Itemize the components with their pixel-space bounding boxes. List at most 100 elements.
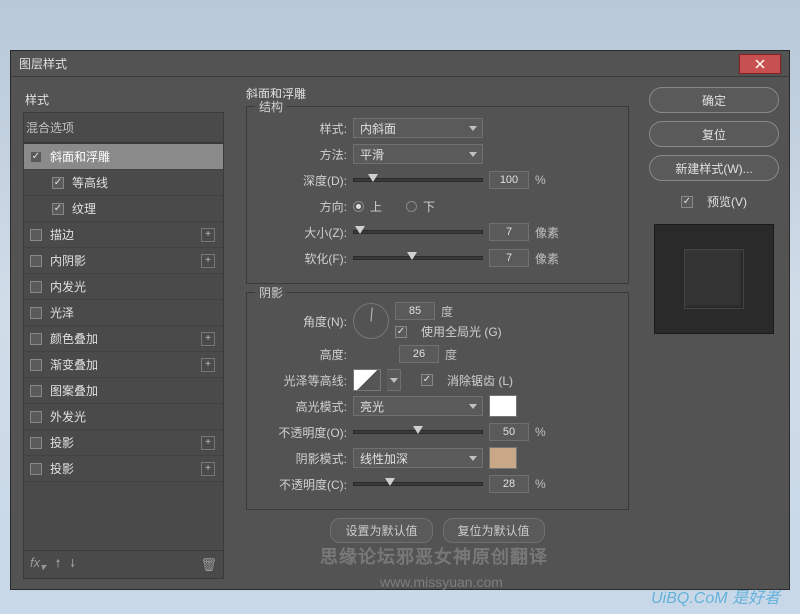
checkbox[interactable] <box>52 177 64 189</box>
move-down-icon[interactable]: 🠗 <box>70 555 75 574</box>
checkbox[interactable] <box>30 281 42 293</box>
style-item-contour[interactable]: 等高线 <box>24 170 223 196</box>
add-effect-button[interactable]: + <box>201 436 215 450</box>
dialog-title: 图层样式 <box>19 55 739 72</box>
highlight-opacity-unit: % <box>535 425 546 439</box>
style-item-inner-shadow[interactable]: 内阴影 + <box>24 248 223 274</box>
highlight-opacity-input[interactable] <box>489 423 529 441</box>
altitude-input[interactable] <box>399 345 439 363</box>
checkbox[interactable] <box>52 203 64 215</box>
layer-style-dialog: 图层样式 样式 混合选项 斜面和浮雕 等高线 纹理 描边+ 内阴影+ 内发光 光… <box>10 50 790 590</box>
technique-select[interactable]: 平滑 <box>353 144 483 164</box>
watermark-text: 思缘论坛邪恶女神原创翻译 <box>320 543 548 569</box>
style-list-footer: fx▾ 🠕 🠗 🗑 <box>23 551 224 579</box>
checkbox[interactable] <box>30 255 42 267</box>
new-style-button[interactable]: 新建样式(W)... <box>649 155 779 181</box>
style-item-stroke[interactable]: 描边+ <box>24 222 223 248</box>
style-item-bevel[interactable]: 斜面和浮雕 <box>24 144 223 170</box>
style-item-label: 内发光 <box>50 278 86 295</box>
checkbox[interactable] <box>30 359 42 371</box>
shadow-mode-label: 阴影模式: <box>257 450 347 467</box>
angle-input[interactable] <box>395 302 435 320</box>
blending-options[interactable]: 混合选项 <box>23 112 224 143</box>
shadow-mode-select[interactable]: 线性加深 <box>353 448 483 468</box>
angle-label: 角度(N): <box>257 313 347 330</box>
highlight-mode-label: 高光模式: <box>257 398 347 415</box>
soften-slider[interactable] <box>353 256 483 260</box>
trash-icon[interactable]: 🗑 <box>200 557 217 573</box>
style-item-drop-shadow-2[interactable]: 投影 + <box>24 456 223 482</box>
preview-row: 预览(V) <box>681 193 747 210</box>
settings-panel: 斜面和浮雕 结构 样式: 内斜面 方法: 平滑 深度(D): % <box>236 77 639 589</box>
style-item-label: 投影 <box>50 460 74 477</box>
add-effect-button[interactable]: + <box>201 358 215 372</box>
preview-checkbox[interactable] <box>681 196 693 208</box>
add-effect-button[interactable]: + <box>201 462 215 476</box>
style-item-drop-shadow[interactable]: 投影 + <box>24 430 223 456</box>
style-item-inner-glow[interactable]: 内发光 <box>24 274 223 300</box>
fx-icon[interactable]: fx▾ <box>30 555 46 574</box>
cancel-button[interactable]: 复位 <box>649 121 779 147</box>
watermark-logo: UiBQ.CoM 是好者 <box>651 584 780 608</box>
checkbox[interactable] <box>30 151 42 163</box>
close-button[interactable] <box>739 54 781 74</box>
add-effect-button[interactable]: + <box>201 332 215 346</box>
style-item-label: 内阴影 <box>50 252 86 269</box>
size-slider[interactable] <box>353 230 483 234</box>
shadow-opacity-slider[interactable] <box>353 482 483 486</box>
angle-unit: 度 <box>441 303 453 320</box>
style-item-satin[interactable]: 光泽 <box>24 300 223 326</box>
antialias-checkbox[interactable] <box>421 374 433 386</box>
style-item-label: 颜色叠加 <box>50 330 98 347</box>
highlight-opacity-label: 不透明度(O): <box>257 424 347 441</box>
size-input[interactable] <box>489 223 529 241</box>
checkbox[interactable] <box>30 437 42 449</box>
shadow-opacity-unit: % <box>535 477 546 491</box>
add-effect-button[interactable]: + <box>201 228 215 242</box>
highlight-opacity-slider[interactable] <box>353 430 483 434</box>
ok-button[interactable]: 确定 <box>649 87 779 113</box>
direction-down-radio[interactable] <box>406 201 417 212</box>
move-up-icon[interactable]: 🠕 <box>56 555 61 574</box>
checkbox[interactable] <box>30 333 42 345</box>
style-item-label: 投影 <box>50 434 74 451</box>
direction-down-label: 下 <box>423 198 435 215</box>
style-select[interactable]: 内斜面 <box>353 118 483 138</box>
style-item-pattern-overlay[interactable]: 图案叠加 <box>24 378 223 404</box>
shadow-color-swatch[interactable] <box>489 447 517 469</box>
global-light-checkbox[interactable] <box>395 326 407 338</box>
highlight-color-swatch[interactable] <box>489 395 517 417</box>
highlight-mode-select[interactable]: 亮光 <box>353 396 483 416</box>
gloss-contour-dropdown[interactable] <box>387 369 401 391</box>
depth-slider[interactable] <box>353 178 483 182</box>
dialog-body: 样式 混合选项 斜面和浮雕 等高线 纹理 描边+ 内阴影+ 内发光 光泽 颜色叠… <box>11 77 789 589</box>
style-item-texture[interactable]: 纹理 <box>24 196 223 222</box>
preview-swatch <box>684 249 744 309</box>
gloss-contour-swatch[interactable] <box>353 369 381 391</box>
style-item-gradient-overlay[interactable]: 渐变叠加+ <box>24 352 223 378</box>
checkbox[interactable] <box>30 411 42 423</box>
structure-group: 结构 样式: 内斜面 方法: 平滑 深度(D): % 方向: <box>246 106 629 284</box>
add-effect-button[interactable]: + <box>201 254 215 268</box>
styles-panel: 样式 混合选项 斜面和浮雕 等高线 纹理 描边+ 内阴影+ 内发光 光泽 颜色叠… <box>11 77 236 589</box>
soften-unit: 像素 <box>535 250 559 267</box>
style-item-label: 等高线 <box>72 174 108 191</box>
depth-input[interactable] <box>489 171 529 189</box>
checkbox[interactable] <box>30 307 42 319</box>
checkbox[interactable] <box>30 463 42 475</box>
section-title: 斜面和浮雕 <box>246 85 629 102</box>
direction-up-radio[interactable] <box>353 201 364 212</box>
angle-control[interactable] <box>353 303 389 339</box>
size-unit: 像素 <box>535 224 559 241</box>
soften-input[interactable] <box>489 249 529 267</box>
depth-label: 深度(D): <box>257 172 347 189</box>
reset-default-button[interactable]: 复位为默认值 <box>443 518 545 543</box>
checkbox[interactable] <box>30 229 42 241</box>
titlebar[interactable]: 图层样式 <box>11 51 789 77</box>
make-default-button[interactable]: 设置为默认值 <box>330 518 432 543</box>
style-item-color-overlay[interactable]: 颜色叠加 + <box>24 326 223 352</box>
checkbox[interactable] <box>30 385 42 397</box>
preview-box <box>654 224 774 334</box>
style-item-outer-glow[interactable]: 外发光 <box>24 404 223 430</box>
shadow-opacity-input[interactable] <box>489 475 529 493</box>
